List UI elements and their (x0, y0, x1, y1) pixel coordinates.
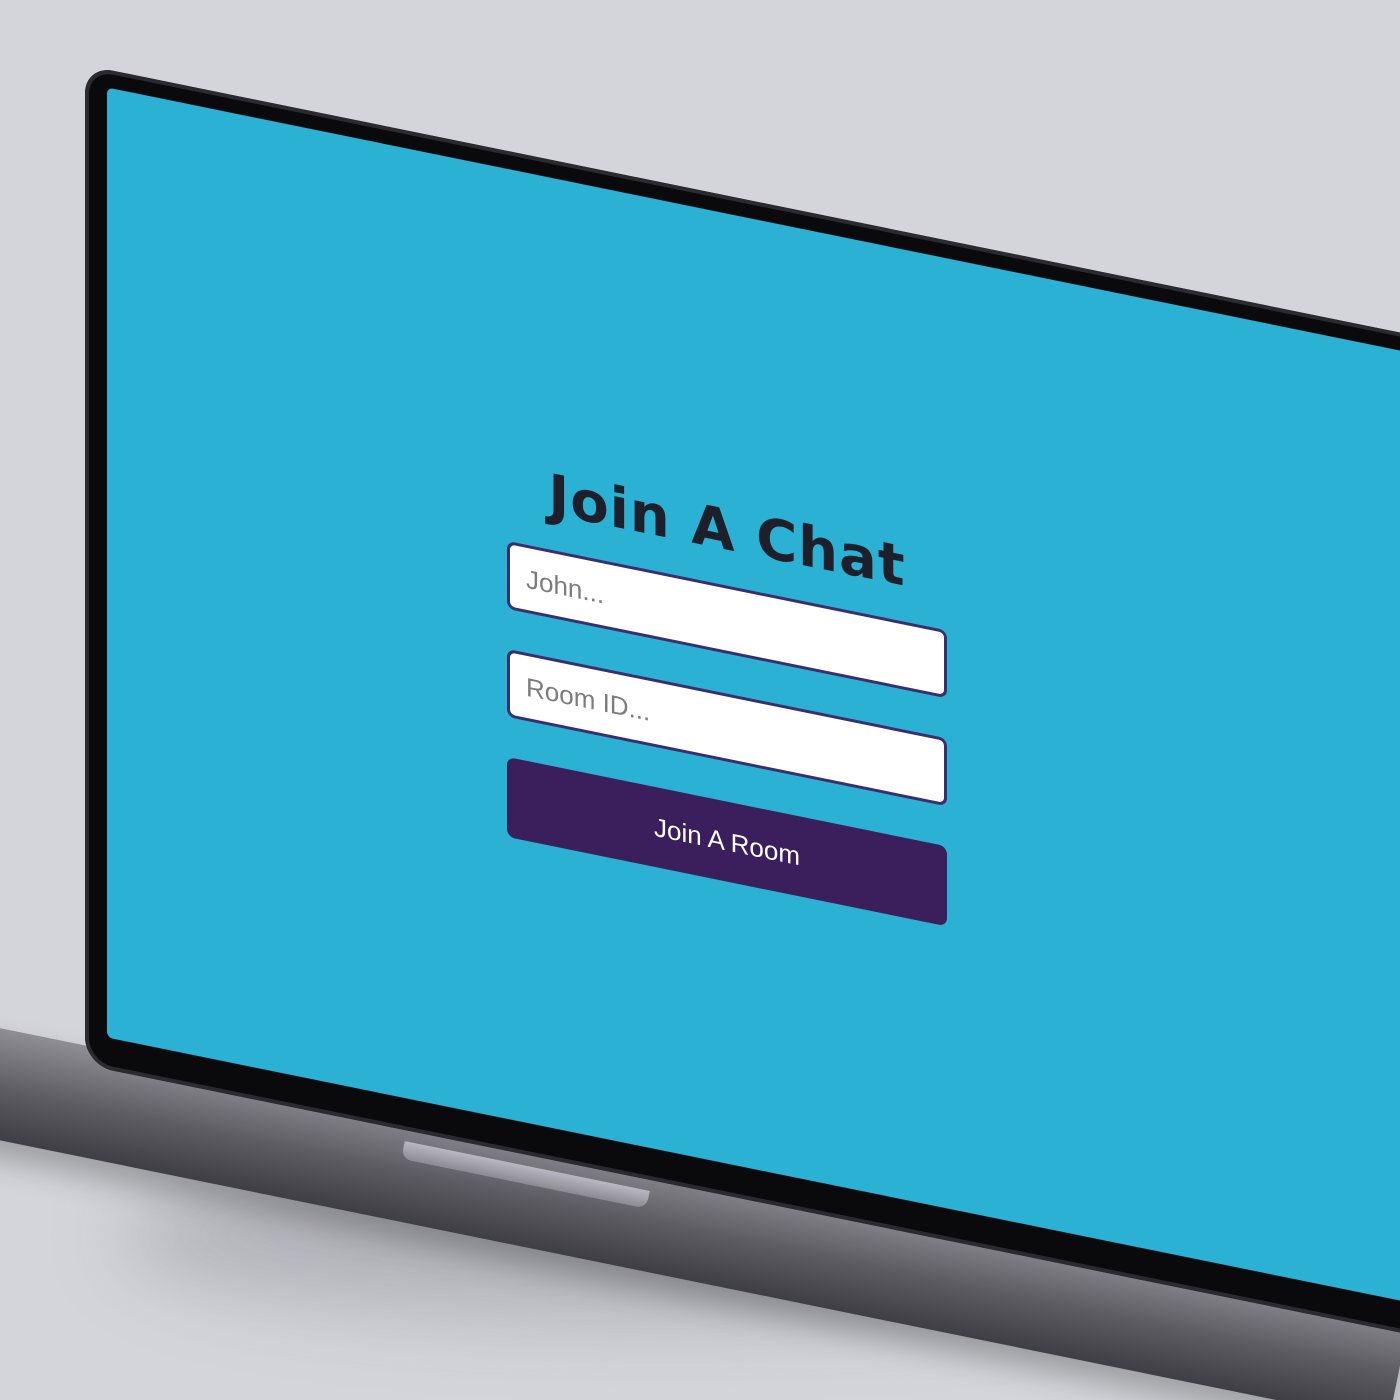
laptop: Join A Chat Join A Room (0, 0, 1400, 1400)
device-mockup-scene: Join A Chat Join A Room (0, 0, 1400, 1400)
join-chat-form: Join A Chat Join A Room (507, 454, 947, 927)
